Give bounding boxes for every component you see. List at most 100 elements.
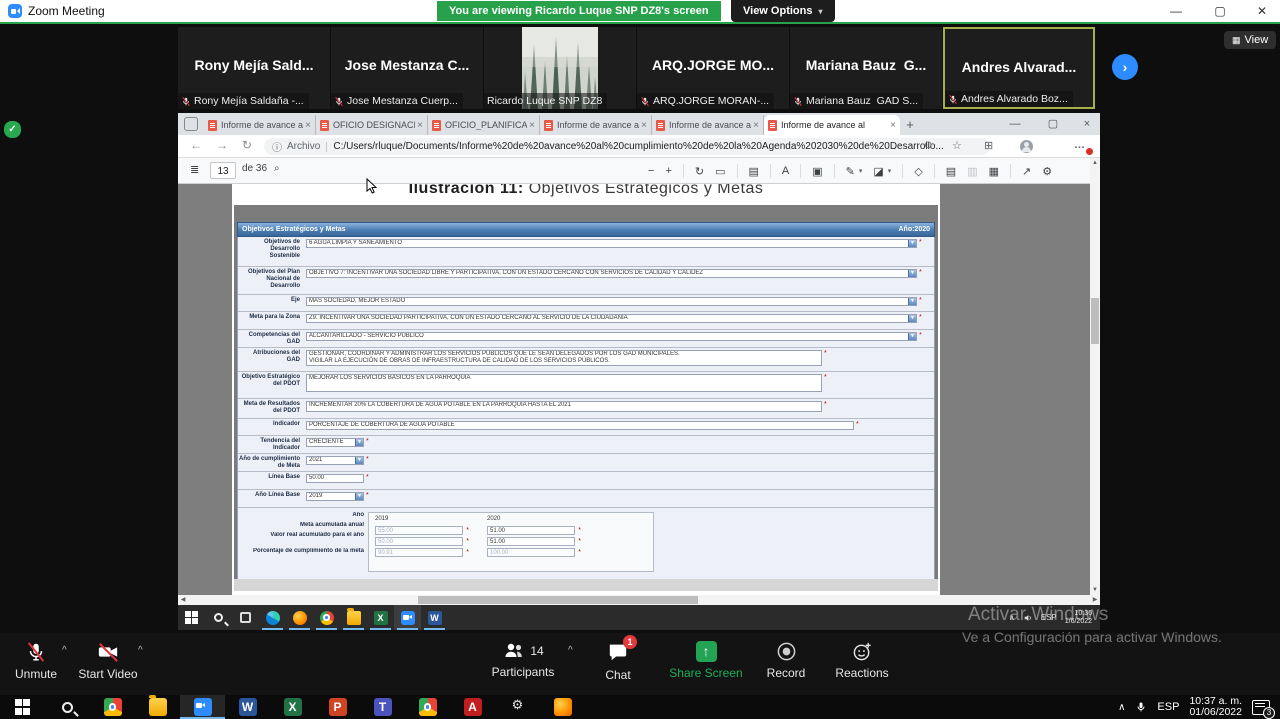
taskbar-search-button[interactable] xyxy=(45,695,90,719)
participant-tile[interactable]: Andres Alvarad...Andres Alvarado Boz... xyxy=(943,27,1095,109)
draw-options-caret[interactable]: ▾ xyxy=(859,167,863,175)
browser-restore-button[interactable]: ▢ xyxy=(1038,113,1068,135)
video-options-caret[interactable]: ^ xyxy=(138,645,143,656)
powerpoint-taskbar-button[interactable]: P xyxy=(315,695,360,719)
file-explorer-taskbar-button[interactable] xyxy=(340,605,367,630)
view-button[interactable]: ▦View xyxy=(1224,31,1276,49)
language-label[interactable]: ESP xyxy=(1157,701,1179,713)
browser-minimize-button[interactable]: — xyxy=(1000,113,1030,135)
horizontal-scroll-thumb[interactable] xyxy=(418,596,698,604)
vertical-scroll-thumb[interactable] xyxy=(1091,298,1099,344)
dropdown-field[interactable]: CRECIENTE▼ xyxy=(306,438,364,447)
start-taskbar-button[interactable] xyxy=(178,605,205,630)
word-taskbar-button[interactable]: W xyxy=(421,605,448,630)
forward-icon[interactable]: → xyxy=(216,138,228,152)
text-input-field[interactable]: PORCENTAJE DE COBERTURA DE AGUA POTABLE xyxy=(306,421,854,430)
zoom-level-icon[interactable]: ⊙ xyxy=(924,140,932,151)
shared-language-label[interactable]: ESP xyxy=(1041,613,1057,622)
pdf-contents-icon[interactable]: ≣ xyxy=(190,163,199,176)
notification-center-icon[interactable]: 3 xyxy=(1252,700,1270,715)
rotate-icon[interactable]: ↻ xyxy=(695,165,704,178)
new-tab-button[interactable]: + xyxy=(900,115,920,135)
dropdown-arrow-icon[interactable]: ▼ xyxy=(908,240,916,247)
dropdown-arrow-icon[interactable]: ▼ xyxy=(908,333,916,340)
browser-menu-icon[interactable]: … xyxy=(1074,139,1085,151)
shared-clock[interactable]: 10:36 1/6/2022 xyxy=(1065,610,1092,626)
participant-tile[interactable]: ARQ.JORGE MO...ARQ.JORGE MORAN-... xyxy=(637,27,789,109)
participant-tile[interactable]: Mariana Bauz G...Mariana Bauz GAD S... xyxy=(790,27,942,109)
dropdown-arrow-icon[interactable]: ▼ xyxy=(355,457,363,464)
tray-chevron-icon[interactable]: ∧ xyxy=(1009,613,1015,622)
teams-taskbar-button[interactable]: T xyxy=(360,695,405,719)
zoom-out-icon[interactable]: − xyxy=(648,165,654,177)
tab-close-icon[interactable]: × xyxy=(753,120,759,131)
unmute-button[interactable]: Unmute xyxy=(4,641,68,681)
security-shield-icon[interactable]: ✓ xyxy=(4,121,21,138)
expand-icon[interactable]: ↗ xyxy=(1022,165,1031,178)
highlight-options-caret[interactable]: ▾ xyxy=(888,167,892,175)
scroll-down-icon[interactable]: ▼ xyxy=(1090,585,1100,595)
speaker-icon[interactable] xyxy=(1023,613,1033,623)
browser-tab[interactable]: Informe de avance al c× xyxy=(540,115,652,135)
tray-chevron-icon[interactable]: ∧ xyxy=(1118,702,1125,713)
browser-tab[interactable]: OFICIO_PLANIFICA_EC× xyxy=(428,115,540,135)
taskbar-clock[interactable]: 10:37 a. m. 01/06/2022 xyxy=(1189,696,1242,718)
dropdown-field[interactable]: OBJETIVO 7: INCENTIVAR UNA SOCIEDAD LIBR… xyxy=(306,269,917,278)
page-view-icon[interactable]: ▤ xyxy=(749,165,759,178)
profile-avatar[interactable] xyxy=(1020,140,1033,153)
collections-icon[interactable]: ⊞ xyxy=(984,139,993,152)
pdf-content-area[interactable]: Ilustración 11: Objetivos Estratégicos y… xyxy=(178,184,1100,595)
browser-tab[interactable]: Informe de avance al× xyxy=(764,115,900,135)
vertical-scrollbar[interactable]: ▲ ▼ xyxy=(1090,158,1100,595)
restore-button[interactable]: ▢ xyxy=(1206,3,1234,19)
view-options-button[interactable]: View Options▾ xyxy=(731,0,835,22)
zoom-app-taskbar-button[interactable] xyxy=(180,695,225,719)
back-icon[interactable]: ← xyxy=(190,138,202,152)
dropdown-field[interactable]: 6 AGUA LIMPIA Y SANEAMIENTO▼ xyxy=(306,239,917,248)
zoom-in-icon[interactable]: + xyxy=(665,165,671,177)
dropdown-field[interactable]: MÁS SOCIEDAD, MEJOR ESTADO▼ xyxy=(306,297,917,306)
zoom-app-taskbar-button[interactable] xyxy=(394,605,421,630)
save-as-icon[interactable]: ▦ xyxy=(989,165,999,178)
dropdown-arrow-icon[interactable]: ▼ xyxy=(355,493,363,500)
tab-close-icon[interactable]: × xyxy=(305,120,311,131)
text-input-field[interactable]: 50.00 xyxy=(306,474,364,483)
browser-close-button[interactable]: × xyxy=(1072,113,1102,135)
dropdown-field[interactable]: Z9. INCENTIVAR UNA SOCIEDAD PARTICIPATIV… xyxy=(306,314,917,323)
dropdown-arrow-icon[interactable]: ▼ xyxy=(908,315,916,322)
dropdown-field[interactable]: 2019▼ xyxy=(306,492,364,501)
draw-icon[interactable]: ✎ xyxy=(846,165,855,178)
close-button[interactable]: ✕ xyxy=(1248,3,1276,19)
chrome-taskbar-button[interactable] xyxy=(90,695,135,719)
print-icon[interactable]: ▤ xyxy=(946,165,956,178)
dropdown-arrow-icon[interactable]: ▼ xyxy=(908,298,916,305)
refresh-icon[interactable]: ↻ xyxy=(242,138,252,152)
participant-tile[interactable]: Rony Mejía Sald...Rony Mejía Saldaña -..… xyxy=(178,27,330,109)
address-bar[interactable]: ⓘ Archivo C:/Users/rluque/Documents/Info… xyxy=(264,138,990,155)
file-explorer-taskbar-button[interactable] xyxy=(135,695,180,719)
page-number-input[interactable]: 13 xyxy=(210,162,236,179)
textarea-field[interactable]: GESTIONAR, COORDINAR Y ADMINISTRAR LOS S… xyxy=(306,350,822,366)
search-taskbar-button[interactable] xyxy=(205,605,232,630)
textarea-field[interactable]: INCREMENTAR 20% LA COBERTURA DE AGUA POT… xyxy=(306,401,822,412)
acrobat-taskbar-button[interactable]: A xyxy=(450,695,495,719)
next-participants-button[interactable]: › xyxy=(1112,54,1138,80)
start-video-button[interactable]: Start Video xyxy=(74,641,142,681)
reactions-button[interactable]: Reactions xyxy=(826,641,898,680)
participant-tile[interactable]: Jose Mestanza C...Jose Mestanza Cuerp... xyxy=(331,27,483,109)
textarea-field[interactable]: MEJORAR LOS SERVICIOS BÁSICOS EN LA PARR… xyxy=(306,374,822,392)
highlight-icon[interactable]: ◪ xyxy=(873,165,883,178)
start-button[interactable] xyxy=(0,695,45,719)
task-view-taskbar-button[interactable] xyxy=(232,605,259,630)
dropdown-arrow-icon[interactable]: ▼ xyxy=(908,270,916,277)
fit-to-width-icon[interactable]: ▭ xyxy=(715,165,725,178)
firefox-taskbar-button[interactable] xyxy=(286,605,313,630)
edge-taskbar-button[interactable] xyxy=(259,605,286,630)
tab-close-icon[interactable]: × xyxy=(890,120,896,131)
chrome-taskbar-button[interactable] xyxy=(313,605,340,630)
tab-close-icon[interactable]: × xyxy=(417,120,423,131)
add-text-icon[interactable]: ▣ xyxy=(812,165,822,178)
year-value-input[interactable]: 51.00* xyxy=(487,526,575,535)
scroll-left-icon[interactable]: ◀ xyxy=(178,595,188,605)
scroll-right-icon[interactable]: ▶ xyxy=(1090,595,1100,605)
